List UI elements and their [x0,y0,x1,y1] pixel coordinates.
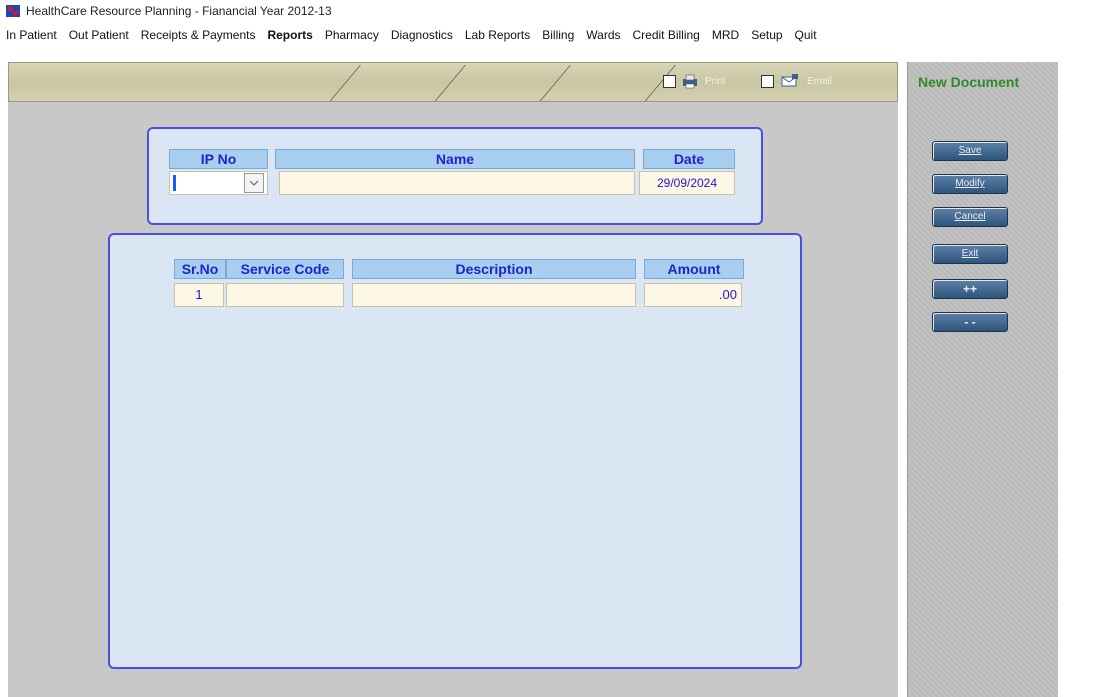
printer-icon[interactable] [681,73,699,89]
items-table-panel: Sr.No Service Code Description Amount 1 … [108,233,802,669]
toolbar-divider [328,65,361,101]
print-checkbox[interactable] [663,75,676,88]
menu-item-setup[interactable]: Setup [751,28,782,42]
document-status: New Document [918,74,1020,90]
menu-item-quit[interactable]: Quit [795,28,817,42]
toolbar-divider [433,65,466,101]
email-icon[interactable] [781,73,799,89]
menu-item-out-patient[interactable]: Out Patient [69,28,129,42]
header-form-panel: IP No Name Date 29/09/2024 [147,127,763,225]
menu-item-in-patient[interactable]: In Patient [6,28,57,42]
side-panel: New Document Save Modify Cancel Exit ++ … [907,62,1058,697]
exit-button[interactable]: Exit [932,244,1008,264]
add-row-button[interactable]: ++ [932,279,1008,299]
menu-item-credit-billing[interactable]: Credit Billing [633,28,700,42]
service-code-header: Service Code [226,259,344,279]
window-title: HealthCare Resource Planning - Fianancia… [26,4,332,18]
description-field[interactable] [352,283,636,307]
menu-item-lab-reports[interactable]: Lab Reports [465,28,530,42]
name-header: Name [275,149,635,169]
date-field[interactable]: 29/09/2024 [639,171,735,195]
app-icon [6,5,20,17]
name-field[interactable] [279,171,635,195]
sr-no-cell: 1 [174,283,224,307]
menu-bar: In Patient Out Patient Receipts & Paymen… [0,24,829,46]
title-bar: HealthCare Resource Planning - Fianancia… [0,0,1100,22]
menu-item-mrd[interactable]: MRD [712,28,739,42]
remove-row-button[interactable]: - - [932,312,1008,332]
print-label: Print [705,76,726,87]
chevron-down-icon [249,180,259,186]
menu-item-diagnostics[interactable]: Diagnostics [391,28,453,42]
amount-header: Amount [644,259,744,279]
toolbar-divider [538,65,571,101]
ip-no-header: IP No [169,149,268,169]
menu-item-wards[interactable]: Wards [586,28,620,42]
date-header: Date [643,149,735,169]
email-label: Email [807,76,833,87]
menu-item-billing[interactable]: Billing [542,28,574,42]
modify-button[interactable]: Modify [932,174,1008,194]
description-header: Description [352,259,636,279]
ip-no-dropdown-button[interactable] [244,173,264,193]
menu-item-receipts-payments[interactable]: Receipts & Payments [141,28,256,42]
amount-field[interactable]: .00 [644,283,742,307]
email-checkbox[interactable] [761,75,774,88]
service-code-field[interactable] [226,283,344,307]
menu-item-pharmacy[interactable]: Pharmacy [325,28,379,42]
cancel-button[interactable]: Cancel [932,207,1008,227]
toolbar-strip: Print Email [8,62,898,102]
save-button[interactable]: Save [932,141,1008,161]
date-value: 29/09/2024 [656,176,718,190]
menu-item-reports[interactable]: Reports [267,28,312,42]
sr-no-header: Sr.No [174,259,226,279]
main-area: IP No Name Date 29/09/2024 Sr.No Service… [8,102,898,697]
text-cursor [173,175,176,191]
